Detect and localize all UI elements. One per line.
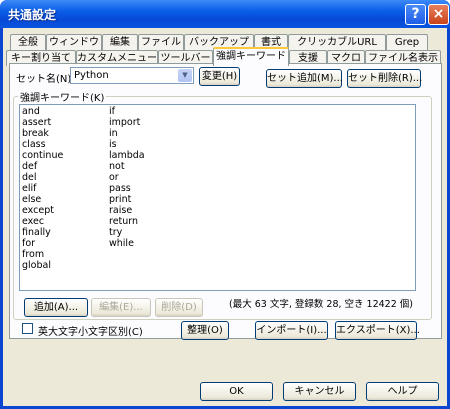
help-icon[interactable]: ? — [405, 4, 426, 25]
list-item[interactable]: elif — [22, 183, 63, 194]
tab-grep[interactable]: Grep — [386, 34, 428, 50]
case-sensitive-label: 英大文字小文字区別(C) — [38, 327, 143, 338]
list-item[interactable]: except — [22, 205, 63, 216]
set-name-label: セット名(N) — [16, 74, 72, 85]
list-item[interactable]: not — [109, 161, 145, 172]
close-icon[interactable]: × — [428, 4, 449, 25]
window-title: 共通設定 — [8, 8, 57, 22]
edit-keyword-button[interactable]: 編集(E)... — [91, 298, 151, 317]
keyword-column-1: and assert break class continue def del … — [22, 106, 63, 271]
keyword-column-2: if import in is lambda not or pass print… — [109, 106, 145, 249]
list-item[interactable]: pass — [109, 183, 145, 194]
set-add-button[interactable]: セット追加(M)... — [266, 69, 343, 88]
list-item[interactable]: lambda — [109, 150, 145, 161]
list-item[interactable]: finally — [22, 227, 63, 238]
list-item[interactable]: and — [22, 106, 63, 117]
list-item[interactable]: from — [22, 249, 63, 260]
cancel-button[interactable]: キャンセル — [283, 382, 356, 401]
change-button[interactable]: 変更(H) — [199, 67, 240, 86]
list-item[interactable]: if — [109, 106, 145, 117]
keywords-group-label: 強調キーワード(K) — [18, 89, 107, 104]
ok-button[interactable]: OK — [200, 382, 273, 401]
list-item[interactable]: raise — [109, 205, 145, 216]
case-sensitive-checkbox[interactable] — [22, 323, 33, 334]
tab-general[interactable]: 全般 — [10, 34, 46, 50]
title-bar[interactable]: 共通設定 ? × — [0, 0, 450, 28]
list-item[interactable]: try — [109, 227, 145, 238]
list-item[interactable]: class — [22, 139, 63, 150]
list-item[interactable]: import — [109, 117, 145, 128]
list-item[interactable]: or — [109, 172, 145, 183]
sort-button[interactable]: 整理(O) — [181, 321, 229, 340]
set-name-combo[interactable]: Python ▼ — [70, 67, 194, 84]
list-item[interactable]: exec — [22, 216, 63, 227]
export-button[interactable]: エクスポート(X)... — [335, 321, 420, 340]
tab-clickable-url[interactable]: クリッカブルURL — [288, 34, 386, 50]
tab-file[interactable]: ファイル — [138, 34, 184, 50]
tab-keywords[interactable]: 強調キーワード — [213, 47, 289, 66]
list-item[interactable]: def — [22, 161, 63, 172]
tab-window[interactable]: ウィンドウ — [46, 34, 102, 50]
list-item[interactable]: break — [22, 128, 63, 139]
list-item[interactable]: del — [22, 172, 63, 183]
import-button[interactable]: インポート(I)... — [255, 321, 328, 340]
list-item[interactable]: print — [109, 194, 145, 205]
list-item[interactable]: for — [22, 238, 63, 249]
list-item[interactable]: is — [109, 139, 145, 150]
list-item[interactable]: return — [109, 216, 145, 227]
dialog-window: 共通設定 ? × 全般 ウィンドウ 編集 ファイル バックアップ 書式 クリッカ… — [0, 0, 450, 409]
list-item[interactable]: else — [22, 194, 63, 205]
tab-edit[interactable]: 編集 — [102, 34, 138, 50]
chevron-down-icon[interactable]: ▼ — [178, 69, 192, 82]
list-item[interactable]: global — [22, 260, 63, 271]
delete-keyword-button[interactable]: 削除(D) — [155, 298, 203, 317]
keywords-list[interactable]: and assert break class continue def del … — [19, 104, 416, 291]
list-item[interactable]: assert — [22, 117, 63, 128]
set-name-value: Python — [74, 70, 109, 81]
keyword-stats: (最大 63 文字, 登録数 28, 空き 12422 個) — [229, 299, 413, 310]
list-item[interactable]: continue — [22, 150, 63, 161]
add-keyword-button[interactable]: 追加(A)... — [24, 298, 88, 317]
list-item[interactable]: while — [109, 238, 145, 249]
set-delete-button[interactable]: セット削除(R)... — [347, 69, 422, 88]
help-button[interactable]: ヘルプ — [366, 382, 439, 401]
list-item[interactable]: in — [109, 128, 145, 139]
